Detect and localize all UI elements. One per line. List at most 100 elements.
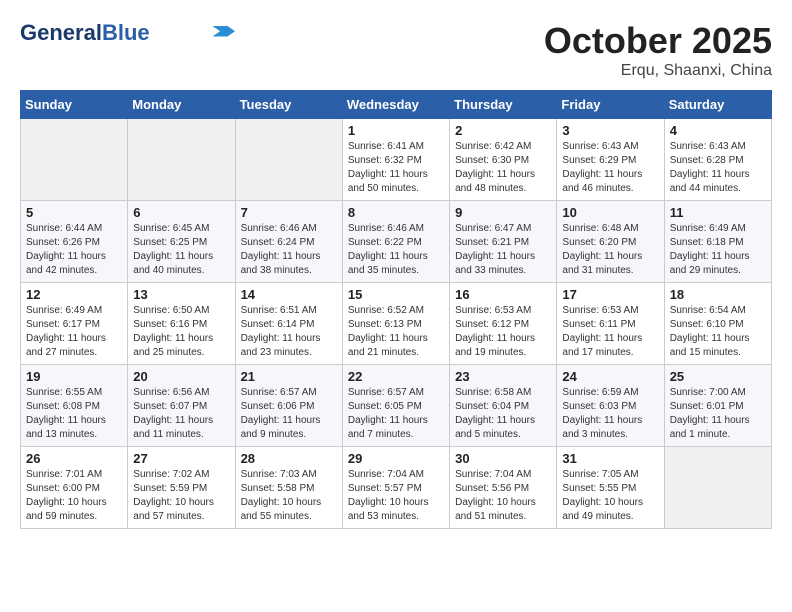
day-info: Sunrise: 6:41 AM Sunset: 6:32 PM Dayligh… <box>348 140 444 196</box>
calendar-cell: 11 Sunrise: 6:49 AM Sunset: 6:18 PM Dayli… <box>664 201 771 283</box>
day-number: 4 <box>670 123 766 138</box>
logo-general: General <box>20 20 102 46</box>
day-number: 28 <box>241 451 337 466</box>
calendar-cell: 31 Sunrise: 7:05 AM Sunset: 5:55 PM Dayli… <box>557 447 664 529</box>
day-number: 14 <box>241 287 337 302</box>
calendar-cell: 16Sunrise: 6:53 AM Sunset: 6:12 PM Dayli… <box>450 283 557 365</box>
calendar-subtitle: Erqu, Shaanxi, China <box>544 62 772 80</box>
calendar-cell: 18Sunrise: 6:54 AM Sunset: 6:10 PM Dayli… <box>664 283 771 365</box>
day-info: Sunrise: 6:46 AM Sunset: 6:24 PM Dayligh… <box>241 222 337 278</box>
calendar-cell: 1 Sunrise: 6:41 AM Sunset: 6:32 PM Daylig… <box>342 119 449 201</box>
calendar-cell: 24Sunrise: 6:59 AM Sunset: 6:03 PM Dayli… <box>557 365 664 447</box>
calendar-cell: 8Sunrise: 6:46 AM Sunset: 6:22 PM Daylig… <box>342 201 449 283</box>
day-number: 8 <box>348 205 444 220</box>
day-info: Sunrise: 6:52 AM Sunset: 6:13 PM Dayligh… <box>348 304 444 360</box>
calendar-cell <box>21 119 128 201</box>
calendar-cell: 2 Sunrise: 6:42 AM Sunset: 6:30 PM Daylig… <box>450 119 557 201</box>
calendar-cell: 21 Sunrise: 6:57 AM Sunset: 6:06 PM Dayli… <box>235 365 342 447</box>
day-number: 29 <box>348 451 444 466</box>
day-info: Sunrise: 6:47 AM Sunset: 6:21 PM Dayligh… <box>455 222 551 278</box>
day-info: Sunrise: 7:04 AM Sunset: 5:56 PM Dayligh… <box>455 468 551 524</box>
calendar-cell: 22 Sunrise: 6:57 AM Sunset: 6:05 PM Dayli… <box>342 365 449 447</box>
day-info: Sunrise: 7:01 AM Sunset: 6:00 PM Dayligh… <box>26 468 122 524</box>
calendar-cell: 27Sunrise: 7:02 AM Sunset: 5:59 PM Dayli… <box>128 447 235 529</box>
day-number: 5 <box>26 205 122 220</box>
day-info: Sunrise: 6:43 AM Sunset: 6:28 PM Dayligh… <box>670 140 766 196</box>
day-number: 15 <box>348 287 444 302</box>
calendar-cell: 6 Sunrise: 6:45 AM Sunset: 6:25 PM Daylig… <box>128 201 235 283</box>
calendar-cell: 10 Sunrise: 6:48 AM Sunset: 6:20 PM Dayli… <box>557 201 664 283</box>
day-info: Sunrise: 6:45 AM Sunset: 6:25 PM Dayligh… <box>133 222 229 278</box>
day-info: Sunrise: 6:50 AM Sunset: 6:16 PM Dayligh… <box>133 304 229 360</box>
calendar-cell: 5 Sunrise: 6:44 AM Sunset: 6:26 PM Daylig… <box>21 201 128 283</box>
weekday-header-sunday: Sunday <box>21 91 128 119</box>
day-number: 18 <box>670 287 766 302</box>
calendar-week-1: 1 Sunrise: 6:41 AM Sunset: 6:32 PM Daylig… <box>21 119 772 201</box>
calendar-cell: 13 Sunrise: 6:50 AM Sunset: 6:16 PM Dayli… <box>128 283 235 365</box>
calendar-cell: 14Sunrise: 6:51 AM Sunset: 6:14 PM Dayli… <box>235 283 342 365</box>
day-number: 12 <box>26 287 122 302</box>
logo-blue: Blue <box>102 20 150 46</box>
day-number: 11 <box>670 205 766 220</box>
day-info: Sunrise: 6:43 AM Sunset: 6:29 PM Dayligh… <box>562 140 658 196</box>
day-number: 22 <box>348 369 444 384</box>
day-info: Sunrise: 6:49 AM Sunset: 6:18 PM Dayligh… <box>670 222 766 278</box>
day-number: 31 <box>562 451 658 466</box>
weekday-header-saturday: Saturday <box>664 91 771 119</box>
calendar-cell: 28 Sunrise: 7:03 AM Sunset: 5:58 PM Dayli… <box>235 447 342 529</box>
day-info: Sunrise: 6:42 AM Sunset: 6:30 PM Dayligh… <box>455 140 551 196</box>
logo-arrow-icon <box>205 26 235 38</box>
calendar-week-3: 12 Sunrise: 6:49 AM Sunset: 6:17 PM Dayli… <box>21 283 772 365</box>
day-info: Sunrise: 7:04 AM Sunset: 5:57 PM Dayligh… <box>348 468 444 524</box>
day-info: Sunrise: 6:57 AM Sunset: 6:05 PM Dayligh… <box>348 386 444 442</box>
page-header: General Blue October 2025 Erqu, Shaanxi,… <box>20 20 772 80</box>
logo: General Blue <box>20 20 235 46</box>
calendar-cell <box>235 119 342 201</box>
calendar-cell: 19 Sunrise: 6:55 AM Sunset: 6:08 PM Dayli… <box>21 365 128 447</box>
day-number: 13 <box>133 287 229 302</box>
day-number: 6 <box>133 205 229 220</box>
weekday-header-friday: Friday <box>557 91 664 119</box>
day-number: 10 <box>562 205 658 220</box>
day-number: 19 <box>26 369 122 384</box>
calendar-week-4: 19 Sunrise: 6:55 AM Sunset: 6:08 PM Dayli… <box>21 365 772 447</box>
day-number: 17 <box>562 287 658 302</box>
day-number: 23 <box>455 369 551 384</box>
day-number: 7 <box>241 205 337 220</box>
day-info: Sunrise: 6:44 AM Sunset: 6:26 PM Dayligh… <box>26 222 122 278</box>
calendar-cell: 20 Sunrise: 6:56 AM Sunset: 6:07 PM Dayli… <box>128 365 235 447</box>
calendar-cell: 30Sunrise: 7:04 AM Sunset: 5:56 PM Dayli… <box>450 447 557 529</box>
day-info: Sunrise: 6:56 AM Sunset: 6:07 PM Dayligh… <box>133 386 229 442</box>
day-info: Sunrise: 6:55 AM Sunset: 6:08 PM Dayligh… <box>26 386 122 442</box>
calendar-cell: 23 Sunrise: 6:58 AM Sunset: 6:04 PM Dayli… <box>450 365 557 447</box>
weekday-header-thursday: Thursday <box>450 91 557 119</box>
day-info: Sunrise: 6:48 AM Sunset: 6:20 PM Dayligh… <box>562 222 658 278</box>
day-number: 2 <box>455 123 551 138</box>
day-number: 26 <box>26 451 122 466</box>
day-number: 20 <box>133 369 229 384</box>
day-info: Sunrise: 7:03 AM Sunset: 5:58 PM Dayligh… <box>241 468 337 524</box>
day-number: 25 <box>670 369 766 384</box>
day-info: Sunrise: 6:58 AM Sunset: 6:04 PM Dayligh… <box>455 386 551 442</box>
weekday-header-wednesday: Wednesday <box>342 91 449 119</box>
day-info: Sunrise: 7:00 AM Sunset: 6:01 PM Dayligh… <box>670 386 766 442</box>
day-info: Sunrise: 7:05 AM Sunset: 5:55 PM Dayligh… <box>562 468 658 524</box>
weekday-header-row: SundayMondayTuesdayWednesdayThursdayFrid… <box>21 91 772 119</box>
calendar-cell: 25 Sunrise: 7:00 AM Sunset: 6:01 PM Dayli… <box>664 365 771 447</box>
calendar-table: SundayMondayTuesdayWednesdayThursdayFrid… <box>20 90 772 529</box>
day-info: Sunrise: 6:49 AM Sunset: 6:17 PM Dayligh… <box>26 304 122 360</box>
calendar-cell: 4 Sunrise: 6:43 AM Sunset: 6:28 PM Daylig… <box>664 119 771 201</box>
calendar-week-5: 26 Sunrise: 7:01 AM Sunset: 6:00 PM Dayli… <box>21 447 772 529</box>
day-number: 21 <box>241 369 337 384</box>
day-info: Sunrise: 6:53 AM Sunset: 6:12 PM Dayligh… <box>455 304 551 360</box>
day-number: 24 <box>562 369 658 384</box>
calendar-cell: 3 Sunrise: 6:43 AM Sunset: 6:29 PM Daylig… <box>557 119 664 201</box>
day-number: 1 <box>348 123 444 138</box>
calendar-cell: 7 Sunrise: 6:46 AM Sunset: 6:24 PM Daylig… <box>235 201 342 283</box>
calendar-title: October 2025 <box>544 20 772 62</box>
day-number: 3 <box>562 123 658 138</box>
day-info: Sunrise: 7:02 AM Sunset: 5:59 PM Dayligh… <box>133 468 229 524</box>
day-info: Sunrise: 6:57 AM Sunset: 6:06 PM Dayligh… <box>241 386 337 442</box>
calendar-cell: 17Sunrise: 6:53 AM Sunset: 6:11 PM Dayli… <box>557 283 664 365</box>
calendar-title-block: October 2025 Erqu, Shaanxi, China <box>544 20 772 80</box>
